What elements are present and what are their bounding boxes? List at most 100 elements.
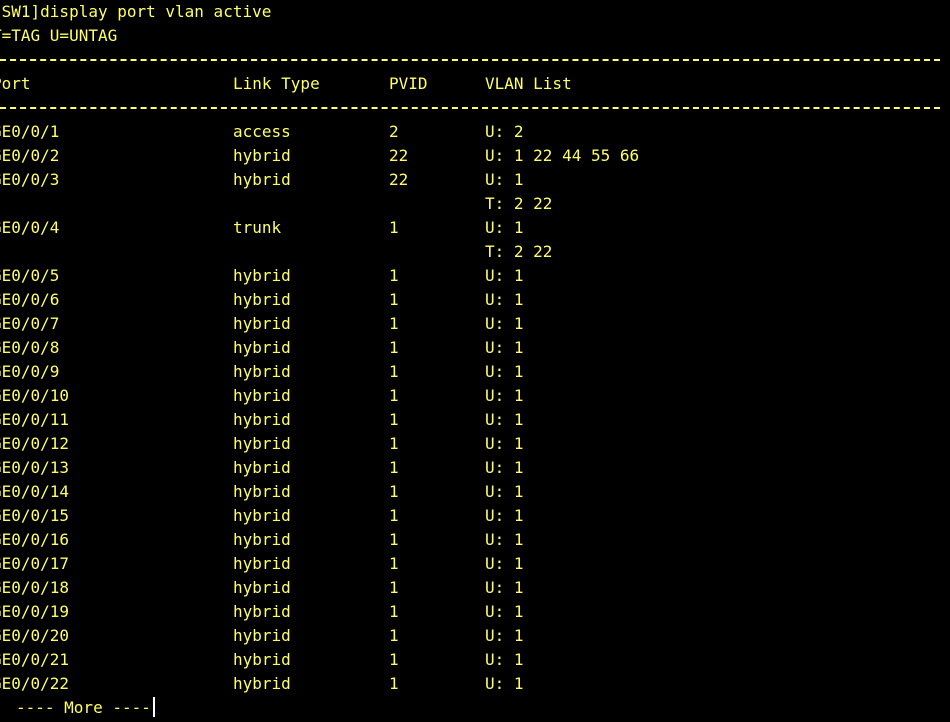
table-row: GE0/0/3 hybrid 22 U: 1: [0, 168, 950, 192]
cell-port: GE0/0/15: [0, 506, 70, 525]
cell-link-type: hybrid: [233, 554, 291, 573]
table-row: GE0/0/2 hybrid 22 U: 1 22 44 55 66: [0, 144, 950, 168]
cell-pvid: 1: [389, 578, 399, 597]
cell-vlan-list: U: 2: [485, 122, 524, 141]
separator-top: [0, 48, 950, 72]
cell-vlan-list: U: 1: [485, 434, 524, 453]
command-text: [SW1]display port vlan active: [0, 2, 272, 21]
header-pvid: PVID: [389, 74, 428, 93]
cell-link-type: hybrid: [233, 482, 291, 501]
cell-pvid: 1: [389, 506, 399, 525]
table-row: T: 2 22: [0, 192, 950, 216]
cell-port: GE0/0/22: [0, 674, 70, 693]
command-line: [SW1]display port vlan active: [0, 0, 950, 24]
more-prompt-text: ---- More ----: [16, 698, 151, 717]
header-link-type: Link Type: [233, 74, 320, 93]
dashed-divider: [0, 107, 940, 109]
table-row: GE0/0/19 hybrid 1 U: 1: [0, 600, 950, 624]
cell-link-type: hybrid: [233, 602, 291, 621]
cell-link-type: hybrid: [233, 410, 291, 429]
cell-pvid: 1: [389, 554, 399, 573]
terminal-window[interactable]: [SW1]display port vlan active T=TAG U=UN…: [0, 0, 950, 722]
cell-port: GE0/0/17: [0, 554, 70, 573]
table-row: GE0/0/7 hybrid 1 U: 1: [0, 312, 950, 336]
cell-pvid: 1: [389, 530, 399, 549]
table-row: GE0/0/8 hybrid 1 U: 1: [0, 336, 950, 360]
cell-link-type: hybrid: [233, 266, 291, 285]
cell-port: GE0/0/1: [0, 122, 60, 141]
cell-link-type: hybrid: [233, 578, 291, 597]
header-port: Port: [0, 74, 31, 93]
cell-vlan-list: U: 1: [485, 362, 524, 381]
cell-vlan-list: U: 1: [485, 578, 524, 597]
cell-link-type: trunk: [233, 218, 282, 237]
legend-text: T=TAG U=UNTAG: [0, 26, 118, 45]
table-row: GE0/0/4 trunk 1 U: 1: [0, 216, 950, 240]
cell-vlan-list: U: 1: [485, 338, 524, 357]
table-row: GE0/0/14 hybrid 1 U: 1: [0, 480, 950, 504]
cell-vlan-list: U: 1: [485, 506, 524, 525]
cell-port: GE0/0/9: [0, 362, 60, 381]
cell-port: GE0/0/11: [0, 410, 70, 429]
cell-link-type: hybrid: [233, 362, 291, 381]
table-row: T: 2 22: [0, 240, 950, 264]
cell-pvid: 1: [389, 386, 399, 405]
cell-pvid: 2: [389, 122, 399, 141]
table-row: GE0/0/1 access 2 U: 2: [0, 120, 950, 144]
separator-header: [0, 96, 950, 120]
cell-port: GE0/0/8: [0, 338, 60, 357]
cell-pvid: 22: [389, 170, 409, 189]
cell-vlan-list: U: 1: [485, 626, 524, 645]
cell-port: GE0/0/12: [0, 434, 70, 453]
cell-vlan-list: T: 2 22: [485, 194, 553, 213]
cell-link-type: hybrid: [233, 386, 291, 405]
text-cursor: [152, 697, 155, 717]
cell-pvid: 1: [389, 626, 399, 645]
table-row: GE0/0/18 hybrid 1 U: 1: [0, 576, 950, 600]
cell-port: GE0/0/18: [0, 578, 70, 597]
cell-vlan-list: U: 1: [485, 218, 524, 237]
cell-vlan-list: U: 1 22 44 55 66: [485, 146, 640, 165]
cell-link-type: hybrid: [233, 314, 291, 333]
table-row: GE0/0/12 hybrid 1 U: 1: [0, 432, 950, 456]
cell-link-type: hybrid: [233, 626, 291, 645]
dashed-divider: [0, 59, 940, 61]
cell-vlan-list: U: 1: [485, 290, 524, 309]
table-row: GE0/0/9 hybrid 1 U: 1: [0, 360, 950, 384]
cell-port: GE0/0/16: [0, 530, 70, 549]
cell-port: GE0/0/14: [0, 482, 70, 501]
cell-pvid: 1: [389, 338, 399, 357]
cell-vlan-list: U: 1: [485, 458, 524, 477]
cell-port: GE0/0/6: [0, 290, 60, 309]
cell-link-type: hybrid: [233, 530, 291, 549]
cell-port: GE0/0/13: [0, 458, 70, 477]
table-row: GE0/0/10 hybrid 1 U: 1: [0, 384, 950, 408]
cell-link-type: hybrid: [233, 146, 291, 165]
cell-vlan-list: U: 1: [485, 482, 524, 501]
cell-vlan-list: U: 1: [485, 650, 524, 669]
table-row: GE0/0/15 hybrid 1 U: 1: [0, 504, 950, 528]
cell-vlan-list: U: 1: [485, 170, 524, 189]
cell-port: GE0/0/21: [0, 650, 70, 669]
cell-pvid: 1: [389, 458, 399, 477]
cell-port: GE0/0/20: [0, 626, 70, 645]
table-row: GE0/0/17 hybrid 1 U: 1: [0, 552, 950, 576]
cell-port: GE0/0/5: [0, 266, 60, 285]
cell-port: GE0/0/19: [0, 602, 70, 621]
more-prompt: ---- More ----: [16, 696, 155, 720]
legend-line: T=TAG U=UNTAG: [0, 24, 950, 48]
cell-link-type: hybrid: [233, 170, 291, 189]
cell-link-type: hybrid: [233, 338, 291, 357]
table-row: GE0/0/20 hybrid 1 U: 1: [0, 624, 950, 648]
cell-pvid: 1: [389, 434, 399, 453]
table-row: GE0/0/16 hybrid 1 U: 1: [0, 528, 950, 552]
cell-port: GE0/0/7: [0, 314, 60, 333]
cell-port: GE0/0/10: [0, 386, 70, 405]
cell-link-type: access: [233, 122, 291, 141]
table-row: GE0/0/21 hybrid 1 U: 1: [0, 648, 950, 672]
cell-vlan-list: U: 1: [485, 674, 524, 693]
cell-vlan-list: T: 2 22: [485, 242, 553, 261]
table-row: GE0/0/11 hybrid 1 U: 1: [0, 408, 950, 432]
cell-link-type: hybrid: [233, 506, 291, 525]
cell-pvid: 1: [389, 674, 399, 693]
